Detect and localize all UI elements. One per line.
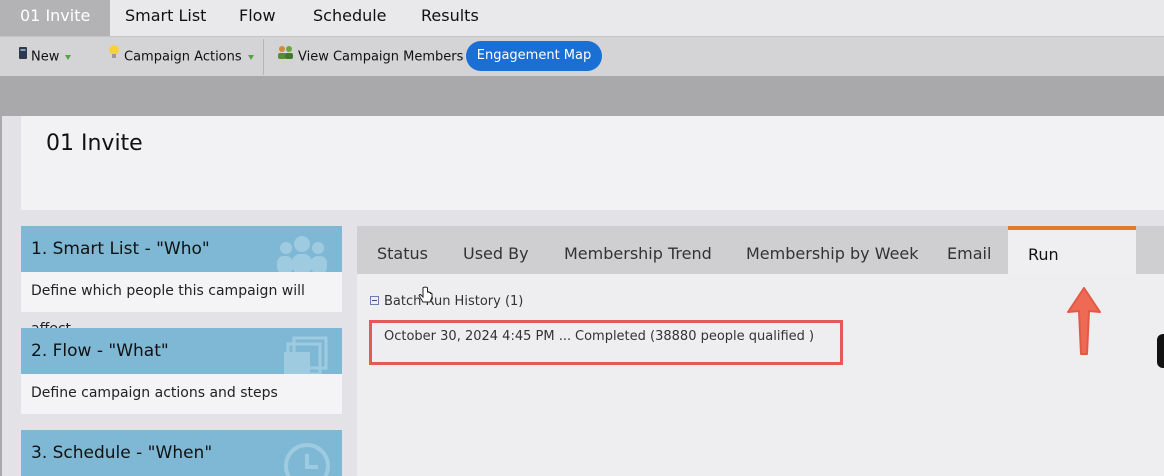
top-tab-01-invite[interactable]: 01 Invite	[0, 0, 111, 36]
top-tab-results[interactable]: Results	[421, 0, 479, 36]
collapse-icon	[370, 296, 379, 305]
flow-card[interactable]: 2. Flow - "What" Define campaign actions…	[21, 328, 342, 414]
tab-run-history[interactable]: Run History	[1008, 226, 1136, 314]
toolbar-divider	[263, 39, 264, 75]
flow-card-description: Define campaign actions and steps	[31, 385, 278, 401]
clock-icon	[282, 436, 332, 476]
view-campaign-members-label: View Campaign Members	[298, 49, 464, 65]
batch-run-history-toggle[interactable]: Batch Run History (1)	[370, 294, 523, 310]
dropdown-caret-icon	[65, 54, 72, 60]
document-icon	[18, 37, 28, 77]
smart-list-card-description: Define which people this campaign will a…	[31, 283, 305, 337]
campaign-header-card	[21, 116, 1164, 210]
people-group-icon	[277, 37, 295, 77]
lightbulb-icon	[107, 37, 121, 77]
tab-email[interactable]: Email	[947, 226, 991, 274]
dropdown-caret-icon	[247, 54, 254, 60]
campaign-actions-menu-button[interactable]: Campaign Actions	[107, 37, 254, 77]
flow-card-title: 2. Flow - "What"	[31, 341, 169, 361]
new-label: New	[31, 49, 60, 65]
tab-status[interactable]: Status	[377, 226, 428, 274]
page-title: 01 Invite	[46, 131, 143, 156]
tab-used-by[interactable]: Used By	[463, 226, 529, 274]
engagement-map-button[interactable]: Engagement Map	[466, 41, 602, 71]
stacked-squares-icon	[282, 334, 332, 374]
side-handle[interactable]	[1157, 334, 1164, 368]
hand-cursor-icon	[418, 286, 434, 310]
batch-run-history-label: Batch Run History (1)	[384, 294, 524, 309]
smart-list-card[interactable]: 1. Smart List - "Who" Define which peopl…	[21, 226, 342, 337]
people-icon	[272, 232, 332, 272]
new-menu-button[interactable]: New	[18, 37, 72, 77]
schedule-card-title: 3. Schedule - "When"	[31, 443, 213, 463]
arrow-up-icon	[1063, 284, 1105, 362]
run-status: Completed (38880 people qualified )	[575, 329, 815, 344]
top-tab-smart-list[interactable]: Smart List	[125, 0, 206, 36]
header-band	[0, 76, 1164, 116]
smart-list-card-title: 1. Smart List - "Who"	[31, 239, 210, 259]
campaign-actions-label: Campaign Actions	[124, 49, 242, 65]
view-campaign-members-button[interactable]: View Campaign Members	[277, 37, 463, 77]
run-date: October 30, 2024 4:45 PM ...	[384, 329, 572, 344]
top-tab-schedule[interactable]: Schedule	[313, 0, 387, 36]
tab-membership-trend[interactable]: Membership Trend	[564, 226, 712, 274]
campaign-top-tab-bar: 01 Invite Smart List Flow Schedule Resul…	[0, 0, 1164, 36]
top-tab-flow[interactable]: Flow	[239, 0, 276, 36]
tab-membership-by-week[interactable]: Membership by Week	[746, 226, 919, 274]
schedule-card[interactable]: 3. Schedule - "When"	[21, 430, 342, 476]
